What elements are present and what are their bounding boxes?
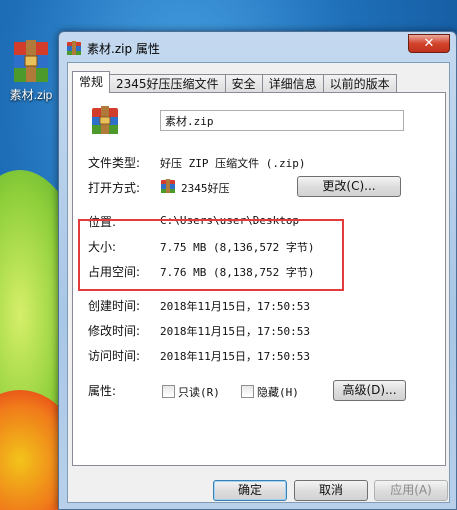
modified-label: 修改时间: [88, 324, 141, 338]
tab-general[interactable]: 常规 [72, 71, 111, 93]
divider [87, 371, 432, 372]
file-type-label: 文件类型: [88, 156, 141, 170]
cancel-button[interactable]: 取消 [294, 480, 368, 501]
created-label: 创建时间: [88, 299, 141, 313]
accessed-label: 访问时间: [88, 349, 141, 363]
highlight-box [78, 219, 344, 291]
tab-details[interactable]: 详细信息 [261, 74, 324, 93]
ok-button[interactable]: 确定 [213, 480, 287, 501]
title-bar[interactable]: 素材.zip 属性 ✕ [59, 32, 456, 62]
desktop-file-icon[interactable]: 素材.zip [4, 36, 58, 103]
haozip-app-icon [160, 178, 176, 194]
desktop-file-label: 素材.zip [9, 88, 53, 102]
close-button[interactable]: ✕ [408, 34, 450, 53]
opens-with-label: 打开方式: [88, 181, 141, 195]
opens-with-value: 2345好压 [181, 182, 230, 195]
divider [87, 142, 432, 143]
tab-security[interactable]: 安全 [224, 74, 263, 93]
tab-strip: 常规 2345好压压缩文件 安全 详细信息 以前的版本 [72, 71, 397, 93]
hidden-label[interactable]: 隐藏(H) [257, 384, 299, 400]
file-name-input[interactable]: 素材.zip [160, 110, 404, 131]
accessed-value: 2018年11月15日，17:50:53 [160, 350, 310, 363]
window-title: 素材.zip 属性 [87, 42, 160, 56]
hidden-checkbox[interactable] [241, 385, 254, 398]
apply-button[interactable]: 应用(A) [374, 480, 448, 501]
modified-value: 2018年11月15日，17:50:53 [160, 325, 310, 338]
archive-icon [89, 104, 121, 136]
tab-2345-archive[interactable]: 2345好压压缩文件 [109, 74, 226, 93]
readonly-label[interactable]: 只读(R) [178, 384, 220, 400]
archive-icon [11, 36, 51, 84]
advanced-button[interactable]: 高级(D)... [333, 380, 406, 401]
file-type-value: 好压 ZIP 压缩文件 (.zip) [160, 157, 306, 170]
readonly-checkbox[interactable] [162, 385, 175, 398]
archive-icon [66, 40, 82, 56]
change-button[interactable]: 更改(C)... [297, 176, 401, 197]
tab-previous-versions[interactable]: 以前的版本 [322, 74, 397, 93]
created-value: 2018年11月15日，17:50:53 [160, 300, 310, 313]
divider [87, 205, 432, 206]
attributes-label: 属性: [88, 384, 117, 398]
